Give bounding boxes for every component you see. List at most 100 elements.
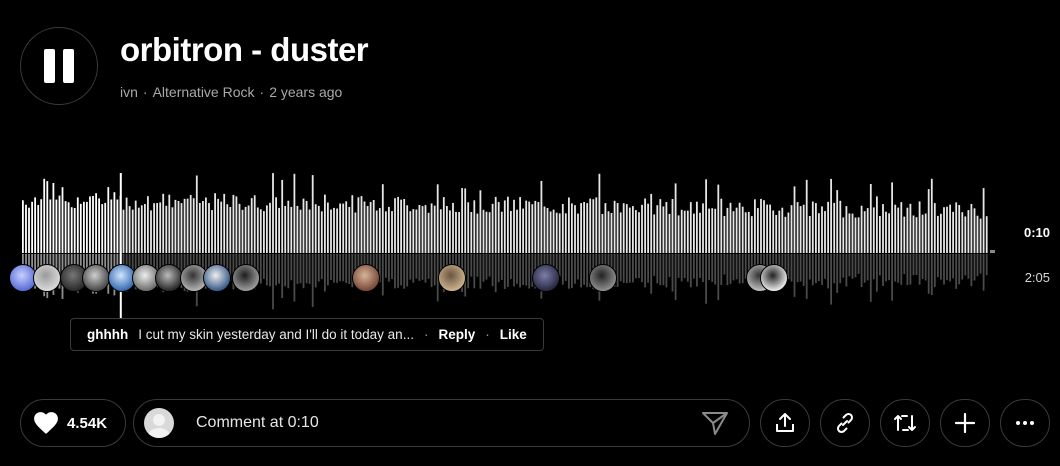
waveform-bar [150, 210, 152, 253]
comment-avatar[interactable] [589, 264, 617, 292]
comment-avatar[interactable] [760, 264, 788, 292]
waveform-reflection-bar [305, 254, 308, 284]
waveform-bar [488, 212, 491, 253]
waveform-bar [754, 199, 756, 253]
waveform-reflection-bar [287, 254, 290, 289]
waveform-bar [461, 188, 463, 253]
comment-avatar[interactable] [232, 264, 260, 292]
more-options-button[interactable] [1000, 399, 1050, 447]
waveform-bar [906, 207, 909, 253]
waveform-bar [543, 206, 546, 253]
waveform-bar [613, 200, 616, 253]
share-button[interactable] [760, 399, 810, 447]
waveform-bar [650, 193, 653, 253]
waveform-reflection-bar [982, 254, 985, 291]
waveform-bar [769, 204, 771, 253]
waveform-bar [263, 211, 265, 253]
waveform-bar [900, 202, 903, 253]
waveform-reflection-bar [574, 254, 576, 284]
waveform-reflection-bar [924, 254, 927, 281]
waveform-bars [22, 173, 995, 340]
waveform-bar [982, 188, 985, 253]
comment-avatar[interactable] [155, 264, 183, 292]
waveform-bar [497, 202, 500, 253]
waveform-reflection-bar [583, 254, 585, 285]
comment-avatar[interactable] [203, 264, 231, 292]
waveform-reflection-bar [711, 254, 714, 282]
waveform-bar [744, 212, 747, 253]
waveform-bar [842, 217, 845, 253]
repost-button[interactable] [880, 399, 930, 447]
comment-input[interactable] [194, 413, 701, 433]
pause-button[interactable] [20, 27, 98, 105]
comment-username[interactable]: ghhhh [87, 327, 128, 342]
waveform-bar [644, 198, 646, 253]
waveform-bar [882, 204, 884, 253]
reply-button[interactable]: Reply [438, 327, 475, 342]
waveform[interactable] [0, 150, 1060, 340]
user-placeholder-icon [144, 408, 174, 438]
waveform-reflection-bar [473, 254, 476, 289]
waveform-bar [147, 196, 149, 253]
waveform-bar [144, 204, 146, 253]
waveform-bar [705, 179, 707, 253]
waveform-bar [924, 213, 927, 253]
waveform-reflection-bar [625, 254, 628, 284]
genre-link[interactable]: Alternative Rock [153, 84, 255, 100]
waveform-bar [937, 215, 939, 253]
waveform-bar [467, 202, 470, 253]
waveform-bar [183, 198, 186, 253]
waveform-bar [696, 201, 698, 253]
waveform-reflection-bar [790, 254, 793, 282]
waveform-bar [598, 173, 601, 253]
comment-avatar[interactable] [33, 264, 61, 292]
waveform-reflection-bar [796, 254, 799, 283]
comment-avatar[interactable] [438, 264, 466, 292]
waveform-bar [168, 194, 171, 253]
waveform-reflection-bar [680, 254, 683, 282]
waveform-bar [195, 175, 198, 253]
waveform-reflection-bar [516, 254, 518, 284]
waveform-reflection-bar [272, 254, 274, 310]
waveform-bar [449, 210, 451, 253]
waveform-bar [372, 200, 375, 253]
copy-link-button[interactable] [820, 399, 870, 447]
pause-icon [40, 49, 78, 83]
waveform-bar [589, 198, 592, 253]
like-comment-button[interactable]: Like [500, 327, 527, 342]
like-button[interactable]: 4.54K [20, 399, 127, 447]
waveform-reflection-bar [345, 254, 348, 284]
waveform-bar [348, 207, 351, 253]
waveform-bar [89, 196, 91, 253]
waveform-bar [153, 203, 155, 253]
waveform-reflection-bar [836, 254, 839, 293]
waveform-reflection-bar [683, 254, 686, 279]
waveform-bar [336, 208, 338, 253]
waveform-bar [915, 217, 918, 253]
waveform-reflection-bar [388, 254, 390, 282]
waveform-reflection-bar [933, 254, 936, 288]
waveform-reflection-bar [921, 254, 924, 279]
comment-avatar[interactable] [82, 264, 110, 292]
waveform-reflection-bar [915, 254, 918, 275]
waveform-bar [604, 203, 607, 253]
waveform-reflection-bar [619, 254, 622, 282]
send-icon[interactable] [701, 410, 729, 436]
comment-avatar[interactable] [532, 264, 560, 292]
add-to-playlist-button[interactable] [940, 399, 990, 447]
waveform-bar [366, 206, 369, 253]
waveform-bar [409, 211, 412, 253]
waveform-reflection-bar [427, 254, 430, 279]
waveform-reflection-bar [860, 254, 863, 287]
waveform-bar [967, 210, 970, 253]
waveform-bar [430, 203, 433, 253]
waveform-bar [58, 195, 61, 253]
comment-avatar[interactable] [352, 264, 380, 292]
waveform-bar [503, 200, 506, 253]
waveform-bar [619, 212, 622, 253]
waveform-reflection-bar [308, 254, 311, 284]
artist-link[interactable]: ivn [120, 84, 138, 100]
waveform-bar [140, 205, 143, 253]
waveform-bar [247, 205, 250, 253]
waveform-bar [357, 197, 360, 253]
